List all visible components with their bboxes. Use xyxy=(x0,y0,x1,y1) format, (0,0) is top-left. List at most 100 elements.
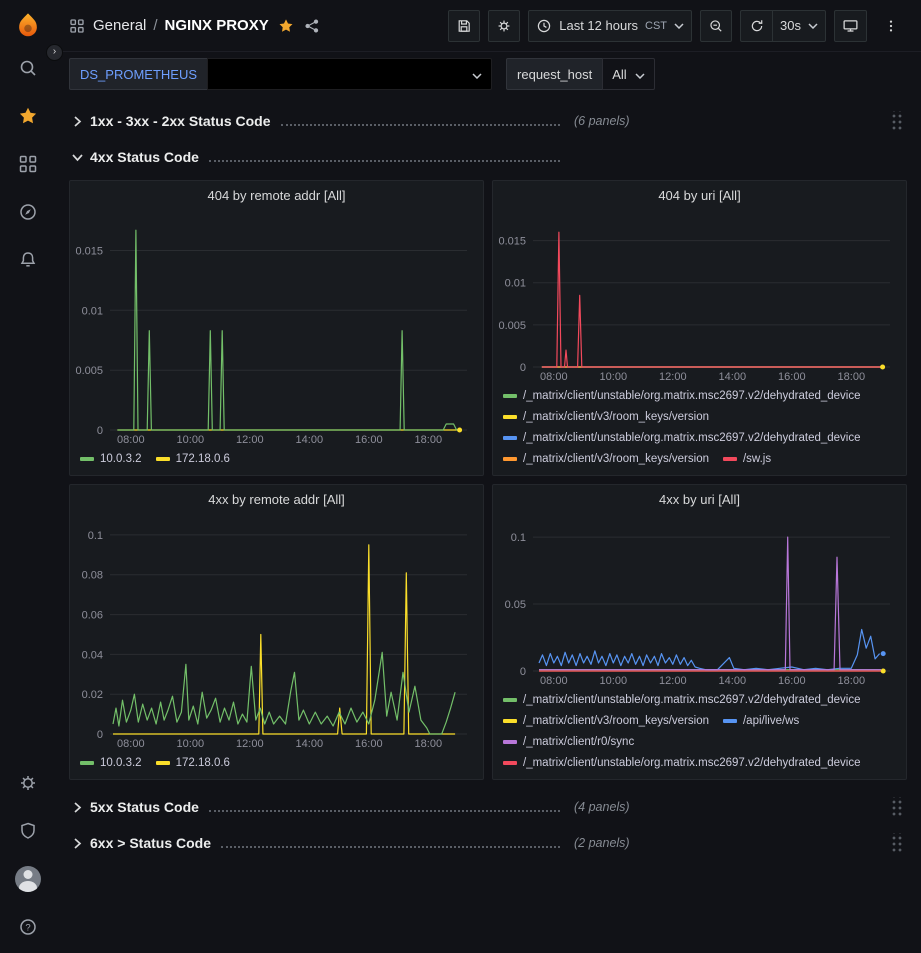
svg-text:0.005: 0.005 xyxy=(498,320,526,332)
row-4xx[interactable]: 4xx Status Code xyxy=(69,142,907,172)
refresh-interval-picker[interactable]: 30s xyxy=(772,10,826,42)
zoom-out-button[interactable] xyxy=(700,10,732,42)
row-dotted-leader xyxy=(209,803,560,812)
chevron-down-icon xyxy=(674,23,684,29)
starred-icon[interactable] xyxy=(8,96,48,136)
chart-canvas[interactable]: 00.0050.010.01508:0010:0012:0014:0016:00… xyxy=(70,209,483,447)
sidebar-expand-button[interactable]: › xyxy=(46,44,63,61)
row-dotted-leader xyxy=(221,839,560,848)
explore-icon[interactable] xyxy=(8,192,48,232)
legend-item[interactable]: 10.0.3.2 xyxy=(80,752,142,773)
chart-canvas[interactable]: 00.050.108:0010:0012:0014:0016:0018:00 xyxy=(493,513,906,688)
more-options-kebab-icon[interactable] xyxy=(875,10,907,42)
panel-title[interactable]: 404 by uri [All] xyxy=(493,181,906,209)
svg-text:18:00: 18:00 xyxy=(838,371,866,383)
series-color-swatch xyxy=(723,457,737,461)
legend-item[interactable]: /_matrix/client/unstable/org.matrix.msc2… xyxy=(503,689,861,710)
svg-text:08:00: 08:00 xyxy=(117,738,145,750)
legend-item[interactable]: /_matrix/client/unstable/org.matrix.msc2… xyxy=(503,385,861,406)
svg-text:0.01: 0.01 xyxy=(505,278,526,290)
time-series-chart[interactable]: 00.020.040.060.080.108:0010:0012:0014:00… xyxy=(70,513,483,751)
panel-title[interactable]: 4xx by uri [All] xyxy=(493,485,906,513)
series-name: 10.0.3.2 xyxy=(100,453,142,465)
legend-item[interactable]: /_matrix/client/unstable/org.matrix.msc2… xyxy=(503,752,861,773)
variable-host-picker[interactable]: All xyxy=(602,58,654,90)
row-dotted-leader xyxy=(209,153,560,162)
legend-item[interactable]: /_matrix/client/r0/sync xyxy=(503,731,634,752)
legend-item[interactable]: /_matrix/client/v3/room_keys/version xyxy=(503,710,709,731)
chevron-right-icon xyxy=(71,801,83,813)
series-name: /_matrix/client/unstable/org.matrix.msc2… xyxy=(523,390,861,402)
server-admin-shield-icon[interactable] xyxy=(8,811,48,851)
configuration-gear-icon[interactable] xyxy=(8,763,48,803)
time-series-chart[interactable]: 00.0050.010.01508:0010:0012:0014:0016:00… xyxy=(493,209,906,384)
svg-text:18:00: 18:00 xyxy=(838,675,866,687)
variable-ds-prometheus: DS_PROMETHEUS xyxy=(69,58,492,90)
legend-item[interactable]: /_matrix/client/unstable/org.matrix.msc2… xyxy=(503,427,861,448)
svg-text:0.05: 0.05 xyxy=(505,599,526,611)
variable-host-label: request_host xyxy=(506,58,602,90)
panel-404-by-uri: 404 by uri [All] 00.0050.010.01508:0010:… xyxy=(492,180,907,476)
sidebar: › ? xyxy=(0,0,55,953)
dashboard-settings-button[interactable] xyxy=(488,10,520,42)
series-color-swatch xyxy=(503,719,517,723)
row-1xx-3xx-2xx[interactable]: 1xx - 3xx - 2xx Status Code (6 panels) xyxy=(69,106,907,136)
favorite-star-icon[interactable] xyxy=(278,18,294,34)
svg-text:16:00: 16:00 xyxy=(355,738,383,750)
svg-text:12:00: 12:00 xyxy=(659,371,687,383)
legend-item[interactable]: 10.0.3.2 xyxy=(80,448,142,469)
legend-item[interactable]: 172.18.0.6 xyxy=(156,752,230,773)
time-series-chart[interactable]: 00.050.108:0010:0012:0014:0016:0018:00 xyxy=(493,513,906,688)
panel-title[interactable]: 4xx by remote addr [All] xyxy=(70,485,483,513)
help-icon[interactable]: ? xyxy=(8,907,48,947)
save-dashboard-button[interactable] xyxy=(448,10,480,42)
main-area: General / NGINX PROXY xyxy=(55,0,921,953)
refresh-button[interactable] xyxy=(740,10,772,42)
svg-text:10:00: 10:00 xyxy=(177,434,205,446)
tv-mode-button[interactable] xyxy=(834,10,867,42)
time-range-picker[interactable]: Last 12 hours CST xyxy=(528,10,692,42)
svg-text:0.015: 0.015 xyxy=(75,246,103,258)
dashboards-icon[interactable] xyxy=(8,144,48,184)
chevron-down-icon xyxy=(472,67,482,82)
row-6xx[interactable]: 6xx > Status Code (2 panels) xyxy=(69,828,907,858)
legend-item[interactable]: /sw.js xyxy=(723,448,771,469)
series-name: 172.18.0.6 xyxy=(176,757,230,769)
svg-text:14:00: 14:00 xyxy=(719,371,747,383)
legend-item[interactable]: /api/live/ws xyxy=(723,710,799,731)
share-icon[interactable] xyxy=(304,18,320,34)
row-panel-count: (6 panels) xyxy=(574,114,630,128)
panel-title[interactable]: 404 by remote addr [All] xyxy=(70,181,483,209)
search-icon[interactable] xyxy=(8,48,48,88)
chart-canvas[interactable]: 00.020.040.060.080.108:0010:0012:0014:00… xyxy=(70,513,483,751)
series-color-swatch xyxy=(723,719,737,723)
series-color-swatch xyxy=(503,415,517,419)
svg-text:08:00: 08:00 xyxy=(117,434,145,446)
panel-404-by-remote-addr: 404 by remote addr [All] 00.0050.010.015… xyxy=(69,180,484,476)
legend-item[interactable]: 172.18.0.6 xyxy=(156,448,230,469)
svg-text:18:00: 18:00 xyxy=(415,738,443,750)
legend-item[interactable]: /_matrix/client/v3/room_keys/version xyxy=(503,406,709,427)
chart-canvas[interactable]: 00.0050.010.01508:0010:0012:0014:0016:00… xyxy=(493,209,906,384)
row-5xx[interactable]: 5xx Status Code (4 panels) xyxy=(69,792,907,822)
breadcrumb-folder[interactable]: General xyxy=(93,17,146,34)
time-series-chart[interactable]: 00.0050.010.01508:0010:0012:0014:0016:00… xyxy=(70,209,483,447)
refresh-group: 30s xyxy=(740,10,826,42)
grafana-logo[interactable] xyxy=(14,12,42,40)
svg-text:0: 0 xyxy=(97,425,103,437)
row-drag-handle[interactable] xyxy=(890,797,903,818)
variable-host-value: All xyxy=(612,67,626,82)
svg-text:18:00: 18:00 xyxy=(415,434,443,446)
alerting-bell-icon[interactable] xyxy=(8,240,48,280)
row-drag-handle[interactable] xyxy=(890,111,903,132)
series-name: /_matrix/client/r0/sync xyxy=(523,736,634,748)
series-name: /sw.js xyxy=(743,453,771,465)
row-drag-handle[interactable] xyxy=(890,833,903,854)
chart-legend: 10.0.3.2 172.18.0.6 xyxy=(70,751,483,779)
variable-ds-label: DS_PROMETHEUS xyxy=(69,58,207,90)
dashboard-title[interactable]: NGINX PROXY xyxy=(165,17,269,34)
variable-ds-picker[interactable] xyxy=(207,58,492,90)
user-avatar[interactable] xyxy=(8,859,48,899)
toolbar: Last 12 hours CST 30s xyxy=(448,10,907,42)
legend-item[interactable]: /_matrix/client/v3/room_keys/version xyxy=(503,448,709,469)
